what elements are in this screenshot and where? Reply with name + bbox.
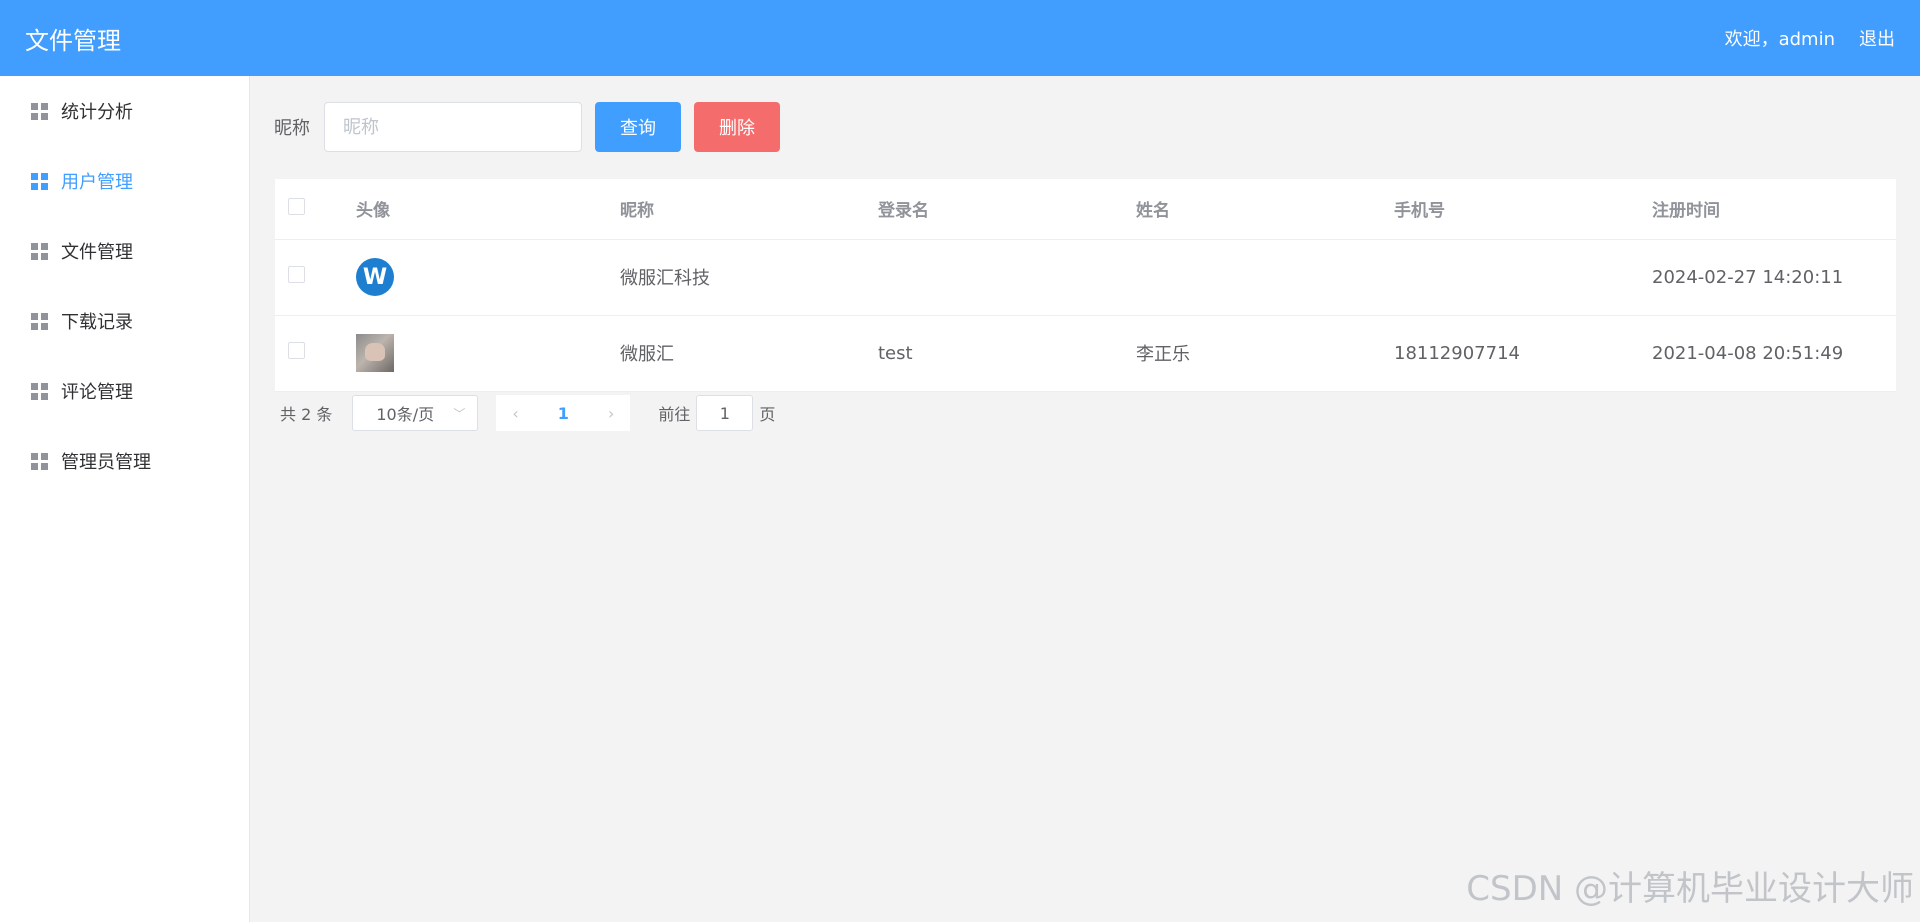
sidebar-item-files[interactable]: 文件管理 <box>0 216 249 286</box>
sidebar: 统计分析 用户管理 文件管理 下载记录 评论管理 管理员管理 <box>0 76 250 922</box>
sidebar-item-users[interactable]: 用户管理 <box>0 146 249 216</box>
chevron-down-icon: ﹀ <box>453 406 466 421</box>
sidebar-item-admins[interactable]: 管理员管理 <box>0 426 249 496</box>
name-cell: 李正乐 <box>1136 315 1394 392</box>
watermark: CSDN @计算机毕业设计大师 <box>1466 869 1914 909</box>
page-number[interactable]: 1 <box>558 404 569 423</box>
select-all-cell <box>275 179 356 240</box>
next-page-icon[interactable]: › <box>608 404 614 423</box>
nickname-search-input[interactable] <box>324 102 582 152</box>
avatar: W <box>356 258 394 296</box>
sidebar-item-label: 下载记录 <box>61 312 133 333</box>
column-header-nickname: 昵称 <box>620 179 878 240</box>
nickname-label: 昵称 <box>274 118 310 139</box>
column-header-name: 姓名 <box>1136 179 1394 240</box>
row-select-cell <box>275 315 356 392</box>
select-all-checkbox[interactable] <box>288 197 305 215</box>
grid-icon <box>31 242 48 260</box>
logout-link[interactable]: 退出 <box>1859 25 1895 51</box>
search-bar: 昵称 查询 删除 <box>274 102 780 152</box>
sidebar-item-label: 管理员管理 <box>61 452 151 473</box>
grid-icon <box>31 382 48 400</box>
row-checkbox[interactable] <box>288 342 305 359</box>
delete-button[interactable]: 删除 <box>694 102 780 152</box>
row-checkbox[interactable] <box>288 266 305 283</box>
nickname-cell: 微服汇 <box>620 315 878 392</box>
table-header-row: 头像 昵称 登录名 姓名 手机号 注册时间 <box>275 179 1896 240</box>
grid-icon <box>31 312 48 330</box>
column-header-avatar: 头像 <box>356 179 620 240</box>
grid-icon <box>31 172 48 190</box>
app-title: 文件管理 <box>25 26 121 55</box>
page-size-value: 10条/页 <box>376 405 435 424</box>
column-header-login: 登录名 <box>878 179 1136 240</box>
column-header-registered: 注册时间 <box>1652 179 1896 240</box>
phone-cell <box>1394 239 1652 316</box>
table-row: W 微服汇科技 2024-02-27 14:20:11 <box>275 239 1896 316</box>
header-right: 欢迎，admin 退出 <box>1725 25 1895 51</box>
goto-page-input[interactable] <box>696 395 754 431</box>
query-button[interactable]: 查询 <box>595 102 681 152</box>
sidebar-item-statistics[interactable]: 统计分析 <box>0 76 249 146</box>
avatar-cell: W <box>356 239 620 316</box>
sidebar-item-label: 统计分析 <box>61 102 133 123</box>
total-count: 共 2 条 <box>280 405 333 424</box>
sidebar-item-label: 用户管理 <box>61 172 133 193</box>
prev-page-icon[interactable]: ‹ <box>512 404 518 423</box>
sidebar-item-comments[interactable]: 评论管理 <box>0 356 249 426</box>
nickname-cell: 微服汇科技 <box>620 239 878 316</box>
page-suffix: 页 <box>759 405 776 424</box>
avatar-cell <box>356 315 620 392</box>
avatar <box>356 334 394 372</box>
page-jumper: 前往 页 <box>658 395 775 431</box>
sidebar-item-label: 评论管理 <box>61 382 133 403</box>
name-cell <box>1136 239 1394 316</box>
page-size-select[interactable]: 10条/页 ﹀ <box>352 395 479 431</box>
top-header: 文件管理 欢迎，admin 退出 <box>0 0 1920 76</box>
goto-label: 前往 <box>658 405 691 424</box>
login-cell <box>878 239 1136 316</box>
table-row: 微服汇 test 李正乐 18112907714 2021-04-08 20:5… <box>275 315 1896 392</box>
main-content: 昵称 查询 删除 头像 昵称 登录名 姓名 手机号 注册时间 <box>250 76 1920 922</box>
phone-cell: 18112907714 <box>1394 315 1652 392</box>
row-select-cell <box>275 239 356 316</box>
avatar-logo-letter: W <box>362 264 388 290</box>
pager: ‹ 1 › <box>496 395 631 431</box>
login-cell: test <box>878 315 1136 392</box>
sidebar-item-label: 文件管理 <box>61 242 133 263</box>
column-header-phone: 手机号 <box>1394 179 1652 240</box>
sidebar-item-downloads[interactable]: 下载记录 <box>0 286 249 356</box>
grid-icon <box>31 452 48 470</box>
pagination: 共 2 条 10条/页 ﹀ ‹ 1 › 前往 页 <box>280 395 775 431</box>
welcome-text: 欢迎，admin <box>1724 29 1835 50</box>
registered-cell: 2021-04-08 20:51:49 <box>1652 315 1896 392</box>
registered-cell: 2024-02-27 14:20:11 <box>1652 239 1896 316</box>
grid-icon <box>31 102 48 120</box>
user-table: 头像 昵称 登录名 姓名 手机号 注册时间 W 微服汇科技 2024-02-27… <box>275 179 1896 392</box>
